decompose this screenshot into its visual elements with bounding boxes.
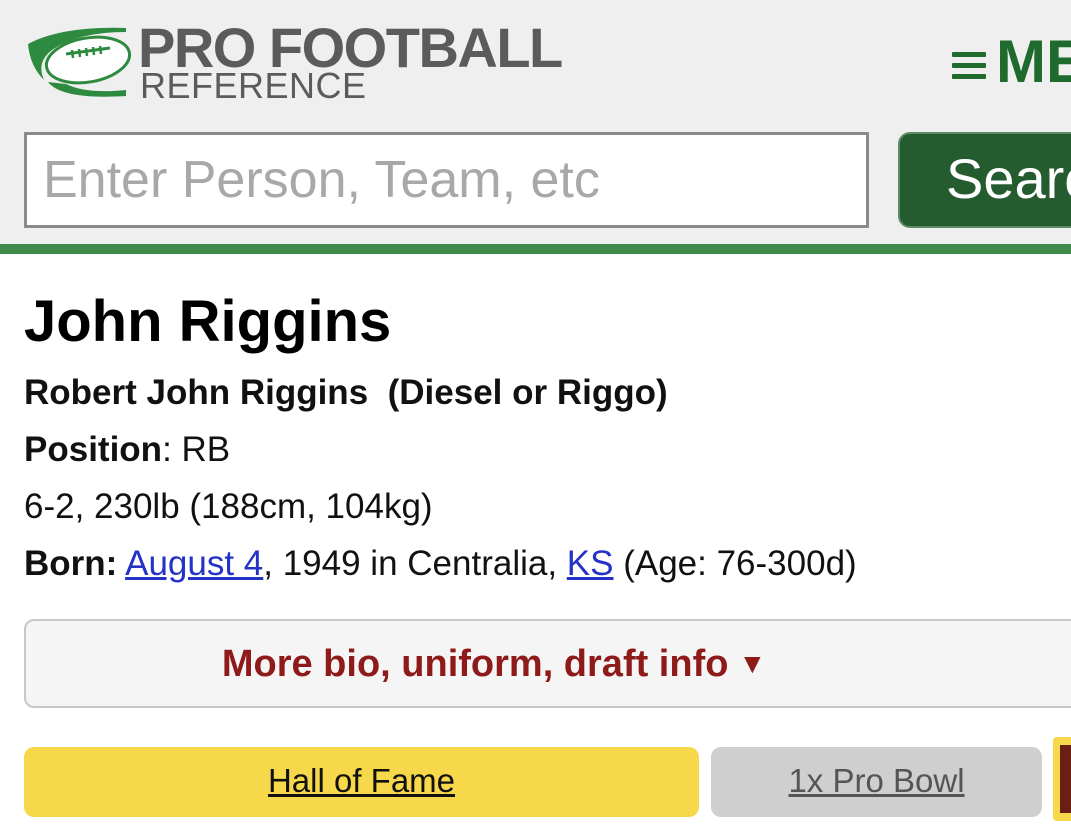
site-logo[interactable]: PRO FOOTBALL REFERENCE	[22, 20, 582, 104]
measurements: 6-2, 230lb (188cm, 104kg)	[24, 487, 433, 526]
menu-label: ME	[996, 30, 1071, 90]
dropdown-arrow-icon: ▼	[738, 648, 767, 679]
born-line: Born: August 4, 1949 in Centralia, KS (A…	[24, 544, 1064, 584]
born-state-link[interactable]: KS	[567, 544, 614, 583]
born-year-place: , 1949 in Centralia,	[263, 544, 567, 583]
more-bio-label: More bio, uniform, draft info	[221, 643, 729, 685]
age-text: (Age: 76-300d)	[613, 544, 857, 583]
search-input[interactable]	[24, 132, 869, 228]
position-value: RB	[181, 430, 231, 469]
position-line: Position: RB	[24, 430, 231, 469]
full-name: Robert John Riggins	[24, 373, 369, 412]
nicknames: (Diesel or Riggo)	[387, 373, 668, 412]
menu-button[interactable]: ME	[952, 30, 1071, 90]
born-label: Born:	[24, 544, 118, 583]
player-bio: John Riggins Robert John Riggins (Diesel…	[24, 288, 1064, 584]
pro-bowl-badge[interactable]: 1x Pro Bowl	[711, 747, 1042, 817]
hall-of-fame-badge[interactable]: Hall of Fame	[24, 747, 699, 817]
pro-bowl-label: 1x Pro Bowl	[788, 762, 965, 799]
full-name-line: Robert John Riggins (Diesel or Riggo)	[24, 373, 1064, 413]
born-date-link[interactable]: August 4	[125, 544, 263, 583]
hamburger-icon	[952, 52, 986, 80]
more-bio-toggle[interactable]: More bio, uniform, draft info ▼	[24, 619, 1071, 708]
next-badge-inner	[1060, 745, 1071, 813]
football-logo-icon	[28, 27, 132, 97]
hall-of-fame-label: Hall of Fame	[267, 762, 456, 799]
logo-subtitle: REFERENCE	[140, 65, 367, 106]
player-name: John Riggins	[24, 289, 392, 354]
header-divider	[0, 244, 1071, 254]
search-button[interactable]: Searc	[898, 132, 1071, 228]
position-label: Position	[24, 430, 163, 469]
